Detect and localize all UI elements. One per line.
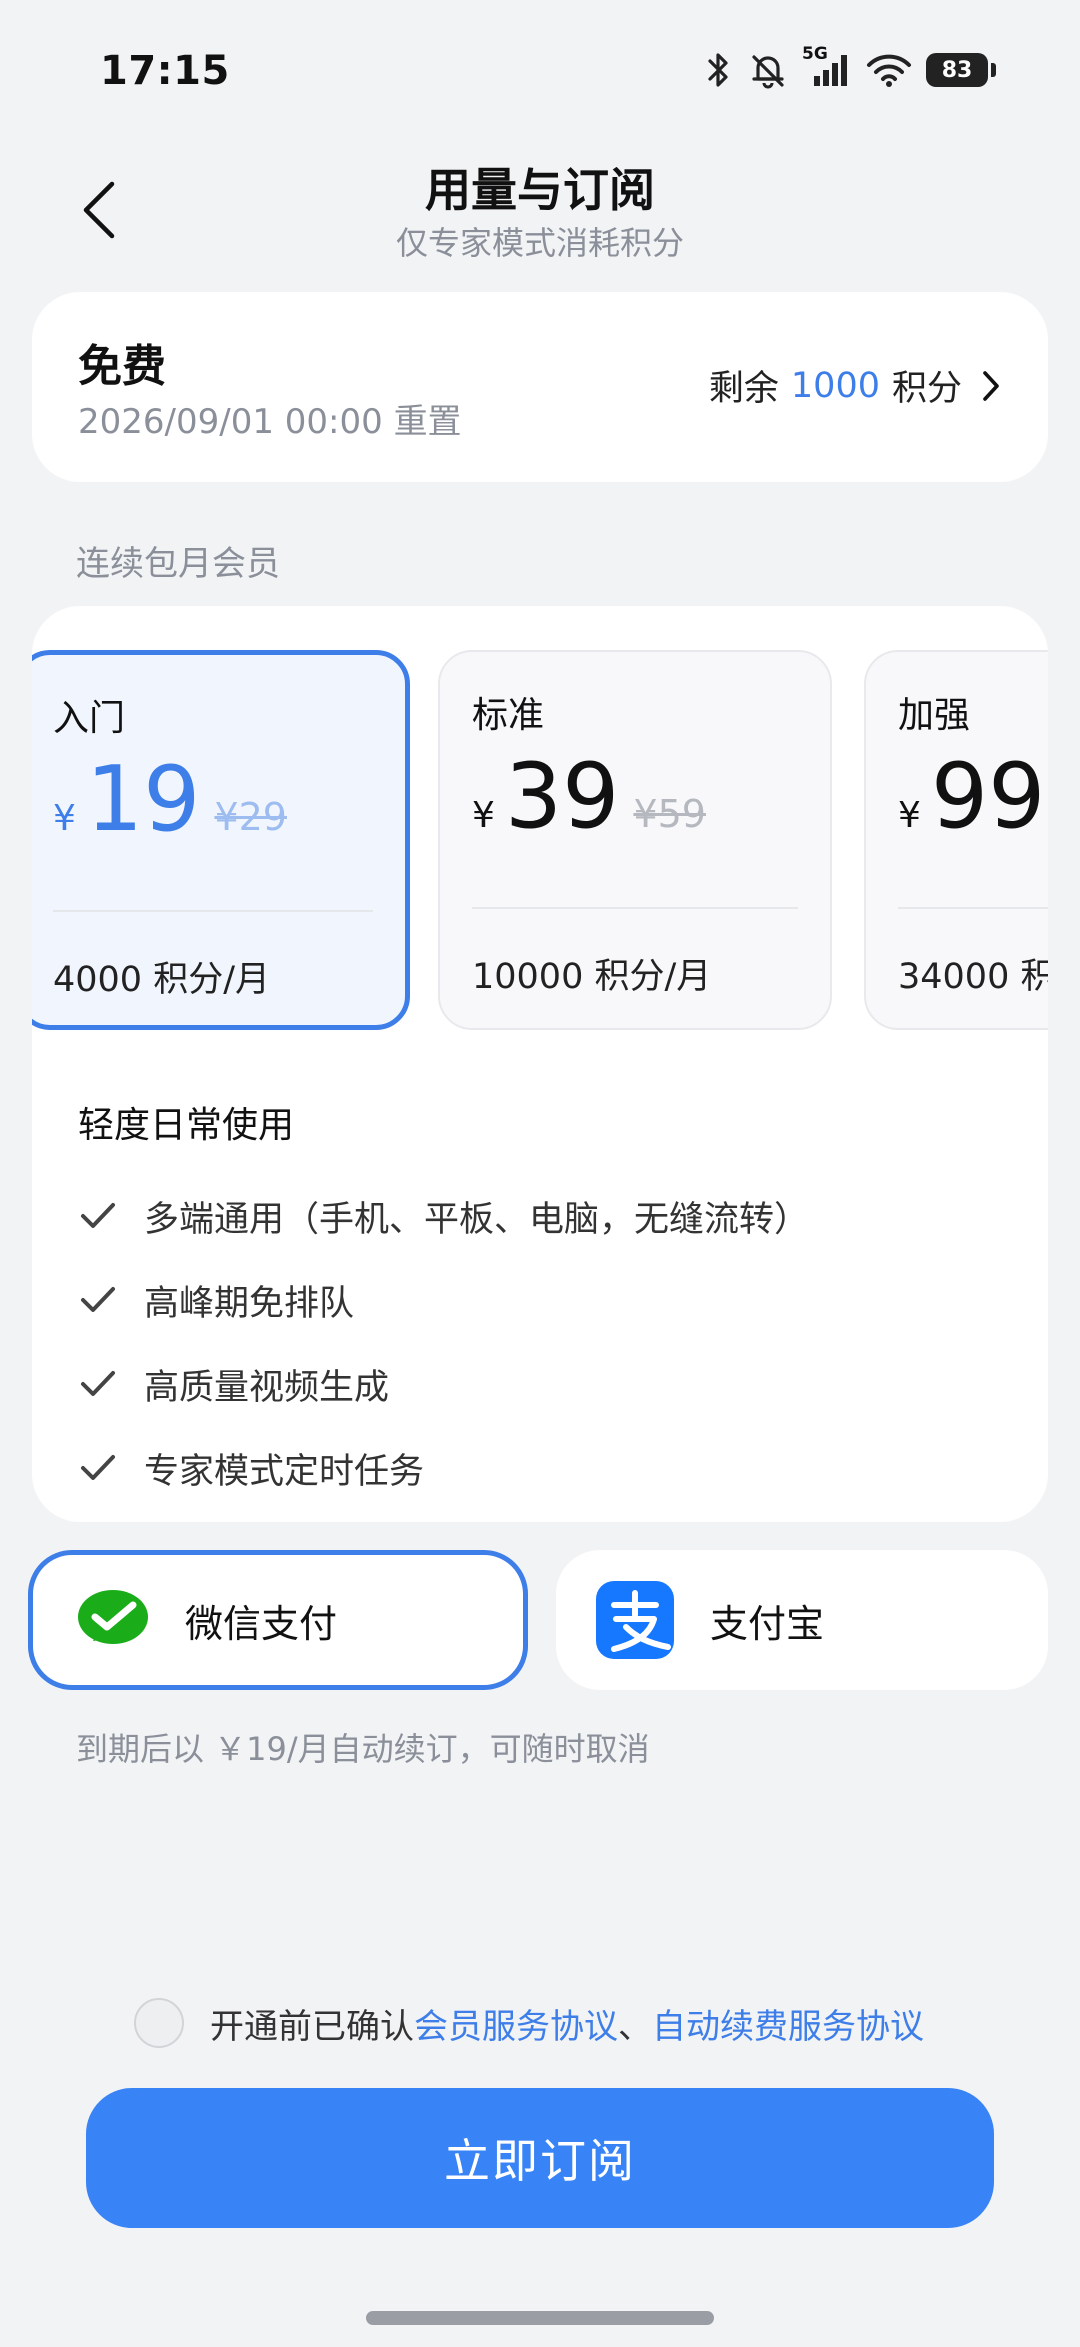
price-value: 39 <box>504 744 620 849</box>
price-value: 99 <box>930 744 1046 849</box>
plan-divider <box>898 907 1048 909</box>
original-price: ¥59 <box>633 792 706 836</box>
plan-credits: 10000 积分/月 <box>472 957 712 997</box>
check-icon <box>78 1448 118 1488</box>
alipay-icon <box>596 1581 674 1659</box>
battery-indicator: 83 <box>926 53 996 87</box>
remaining-credits: 剩余 1000 积分 <box>709 360 1002 411</box>
subscription-panel: 入门 ¥ 19 ¥29 4000 积分/月 标准 ¥ 39 ¥59 10000 … <box>32 606 1048 1522</box>
remaining-prefix: 剩余 <box>708 369 779 409</box>
price-value: 19 <box>85 747 201 852</box>
plan-card-basic[interactable]: 入门 ¥ 19 ¥29 4000 积分/月 <box>32 650 410 1030</box>
reset-time: 2026/09/01 00:00 重置 <box>78 402 462 442</box>
plan-card-standard[interactable]: 标准 ¥ 39 ¥59 10000 积分/月 <box>438 650 832 1030</box>
plan-price: ¥ 19 ¥29 <box>53 755 287 845</box>
original-price: ¥29 <box>214 795 287 839</box>
status-icons: 5G 83 <box>704 44 996 90</box>
header: 用量与订阅 仅专家模式消耗积分 <box>0 140 1080 280</box>
check-icon <box>78 1280 118 1320</box>
plan-credits: 34000 积分/月 <box>898 957 1048 997</box>
currency-symbol: ¥ <box>472 795 495 836</box>
feature-item: 多端通用（手机、平板、电脑，无缝流转） <box>78 1174 809 1258</box>
currency-symbol: ¥ <box>898 795 921 836</box>
wechat-pay-icon <box>78 1590 148 1644</box>
bluetooth-icon <box>708 53 728 87</box>
feature-text: 高峰期免排队 <box>144 1283 355 1324</box>
auto-renew-note: 到期后以 ￥19/月自动续订，可随时取消 <box>76 1730 650 1768</box>
plan-name: 加强 <box>898 695 971 736</box>
plan-card-plus[interactable]: 加强 ¥ 99 ¥ 34000 积分/月 <box>864 650 1048 1030</box>
currency-symbol: ¥ <box>53 798 76 839</box>
wechat-pay-label: 微信支付 <box>185 1601 338 1646</box>
home-indicator[interactable] <box>366 2311 714 2325</box>
alipay-label: 支付宝 <box>710 1601 825 1646</box>
plan-price: ¥ 99 ¥ <box>898 752 1048 842</box>
agreement-checkbox[interactable] <box>134 1998 184 2048</box>
feature-item: 高质量视频生成 <box>78 1342 809 1426</box>
member-agreement-link[interactable]: 会员服务协议 <box>414 1999 618 2048</box>
check-icon <box>78 1196 118 1236</box>
status-bar: 17:15 5G 83 <box>0 0 1080 140</box>
feature-item: 高峰期免排队 <box>78 1258 809 1342</box>
remaining-value: 1000 <box>790 365 880 406</box>
mute-bell-icon <box>752 55 784 89</box>
feature-title: 轻度日常使用 <box>78 1105 295 1146</box>
feature-text: 专家模式定时任务 <box>144 1451 425 1492</box>
remaining-suffix: 积分 <box>891 369 962 409</box>
check-icon <box>78 1364 118 1404</box>
feature-text: 多端通用（手机、平板、电脑，无缝流转） <box>144 1199 810 1240</box>
alipay-option[interactable]: 支付宝 <box>556 1550 1048 1690</box>
wechat-pay-option[interactable]: 微信支付 <box>28 1550 528 1690</box>
agreement-prefix: 开通前已确认 <box>210 2006 414 2047</box>
chevron-right-icon <box>980 369 1002 403</box>
agreement-row: 开通前已确认 会员服务协议 、 自动续费服务协议 <box>134 1998 924 2048</box>
plan-divider <box>472 907 798 909</box>
current-plan-card[interactable]: 免费 2026/09/01 00:00 重置 剩余 1000 积分 <box>32 292 1048 482</box>
feature-item: 专家模式定时任务 <box>78 1426 809 1510</box>
signal-icon <box>814 55 847 86</box>
page-subtitle: 仅专家模式消耗积分 <box>395 224 684 262</box>
current-plan-name: 免费 <box>78 341 166 392</box>
subscribe-button[interactable]: 立即订阅 <box>86 2088 994 2228</box>
plan-divider <box>53 910 373 912</box>
feature-text: 高质量视频生成 <box>144 1367 390 1408</box>
wifi-icon <box>867 54 911 87</box>
auto-renew-agreement-link[interactable]: 自动续费服务协议 <box>652 1999 924 2048</box>
section-label: 连续包月会员 <box>76 544 280 584</box>
plan-name: 入门 <box>53 698 126 739</box>
plan-name: 标准 <box>472 695 545 736</box>
plan-price: ¥ 39 ¥59 <box>472 752 706 842</box>
page-title: 用量与订阅 <box>425 163 655 217</box>
agreement-separator: 、 <box>618 2006 652 2047</box>
plans-carousel[interactable]: 入门 ¥ 19 ¥29 4000 积分/月 标准 ¥ 39 ¥59 10000 … <box>32 650 1048 1038</box>
plan-credits: 4000 积分/月 <box>53 960 270 1000</box>
signal-5g: 5G <box>802 44 852 90</box>
status-time: 17:15 <box>100 48 230 94</box>
feature-list: 多端通用（手机、平板、电脑，无缝流转） 高峰期免排队 高质量视频生成 专家模式定… <box>78 1174 809 1510</box>
